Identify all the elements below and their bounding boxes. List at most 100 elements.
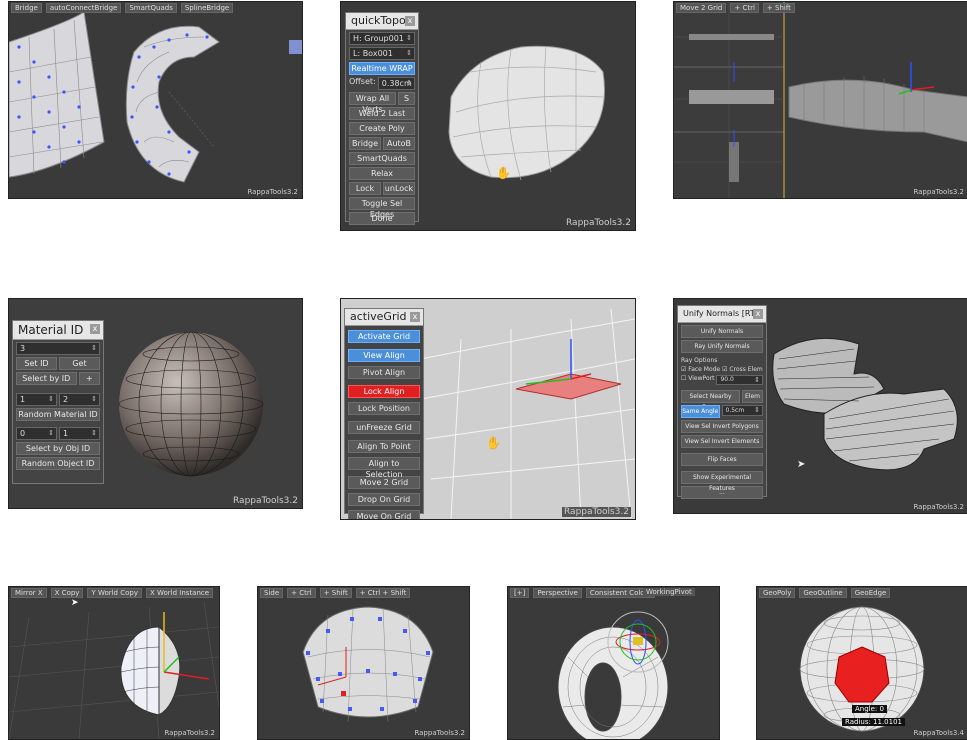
close-icon[interactable]: x	[90, 324, 100, 334]
low-object-field[interactable]: L: Box001	[349, 47, 415, 60]
activegrid-title: activeGrid x	[345, 309, 423, 326]
close-icon[interactable]: x	[405, 16, 415, 26]
lock-position-button[interactable]: Lock Position	[348, 402, 420, 415]
unlock-button[interactable]: unLock	[383, 182, 415, 195]
tile-quicktopo: ✋ quickTopox H: Group001 L: Box001 Realt…	[340, 1, 636, 231]
tab-x-copy[interactable]: X Copy	[50, 588, 84, 598]
ray-options-row: ☑ Face Mode ☑ Cross Elem	[681, 366, 763, 373]
geopoly-viewport	[799, 606, 925, 732]
viewport-checkbox[interactable]: ☐ ViewPort	[681, 375, 714, 385]
align-to-point-button[interactable]: Align To Point	[348, 440, 420, 453]
drop-on-grid-button[interactable]: Drop On Grid	[348, 493, 420, 506]
move-2-grid-button[interactable]: Move 2 Grid	[348, 476, 420, 489]
tab-mirror-x[interactable]: Mirror X	[11, 588, 47, 598]
unify-normals-button[interactable]: Unify Normals	[681, 325, 763, 338]
align-to-selection-button[interactable]: Align to Selection	[348, 457, 420, 479]
tab-geooutline[interactable]: GeoOutline	[799, 588, 847, 598]
tab-perspective[interactable]: Perspective	[533, 588, 582, 598]
lock-button[interactable]: Lock	[349, 182, 381, 195]
view-align-button[interactable]: View Align	[348, 349, 420, 362]
svg-text:➤: ➤	[71, 598, 79, 608]
range-row: 1 2	[16, 393, 100, 406]
close-icon[interactable]: x	[410, 312, 420, 322]
material-id-input[interactable]: 3	[16, 342, 100, 355]
tab-side[interactable]: Side	[260, 588, 284, 598]
select-nearby-faces-button[interactable]: Select Nearby Faces	[681, 390, 740, 411]
tab-ctrl[interactable]: + Ctrl	[730, 3, 759, 13]
show-experimental-features-button[interactable]: Show Experimental Features	[681, 471, 763, 492]
tab-shift[interactable]: + Shift	[762, 3, 795, 13]
high-object-field[interactable]: H: Group001	[349, 32, 415, 45]
toggle-sel-edges-button[interactable]: Toggle Sel Edges	[349, 197, 415, 219]
tile-unify-normals: ➤ Unify Normals [RT3] x Unify Normals Ray…	[673, 298, 967, 514]
range-to-input[interactable]: 2	[59, 393, 100, 406]
tab-bridge[interactable]: Bridge	[11, 3, 42, 13]
unify-normals-panel: Unify Normals [RT3] x Unify Normals Ray U…	[677, 305, 767, 499]
set-id-button[interactable]: Set ID	[16, 357, 57, 370]
realtime-wrap-button[interactable]: Realtime WRAP	[349, 62, 415, 75]
add-button[interactable]: +	[78, 372, 100, 385]
bridge-toolbar: Bridge autoConnectBridge SmartQuads Spli…	[11, 3, 234, 13]
unfreeze-grid-button[interactable]: unFreeze Grid	[348, 421, 420, 434]
more-button[interactable]: ...	[681, 486, 763, 499]
tab-plus[interactable]: [+]	[510, 588, 530, 598]
tile-move2grid: Move 2 Grid + Ctrl + Shift RappaTools3.2	[673, 1, 967, 199]
tab-y-world-copy[interactable]: Y World Copy	[87, 588, 142, 598]
view-sel-invert-elements-button[interactable]: View Sel Invert Elements	[681, 435, 763, 448]
obj-to-input[interactable]: 1	[59, 427, 100, 440]
same-angle-button[interactable]: Same Angle	[681, 405, 720, 418]
tab-x-world-instance[interactable]: X World Instance	[145, 588, 214, 598]
random-material-id-button[interactable]: Random Material ID	[16, 408, 100, 421]
done-button[interactable]: Done	[349, 212, 415, 225]
tab-move-2-grid[interactable]: Move 2 Grid	[676, 3, 727, 13]
nearby-row: Select Nearby Faces Elem	[681, 390, 763, 411]
view-sel-invert-polygons-button[interactable]: View Sel Invert Polygons	[681, 420, 763, 433]
tab-autoconnectbridge[interactable]: autoConnectBridge	[45, 3, 122, 13]
workingpivot-viewport	[557, 611, 669, 739]
face-mode-checkbox[interactable]: ☑ Face Mode	[681, 366, 720, 373]
flip-faces-button[interactable]: Flip Faces	[681, 453, 763, 466]
offset-input[interactable]: 0.38cm	[377, 77, 415, 90]
angle-readout: Angle: 0	[852, 705, 887, 713]
relax-button[interactable]: Relax	[349, 167, 415, 180]
pivot-align-button[interactable]: Pivot Align	[348, 366, 420, 379]
bridge-viewport	[9, 11, 302, 183]
smartquads-button[interactable]: SmartQuads	[349, 152, 415, 165]
tab-smartquads[interactable]: SmartQuads	[125, 3, 177, 13]
move-on-grid-button[interactable]: Move On Grid	[348, 510, 420, 519]
activate-grid-button[interactable]: Activate Grid	[348, 330, 420, 343]
material-id-title: Material ID x	[13, 321, 103, 340]
workingpivot-label: WorkingPivot	[643, 588, 695, 596]
random-object-id-button[interactable]: Random Object ID	[16, 457, 100, 470]
move2grid-viewports	[674, 2, 967, 198]
create-poly-button[interactable]: Create Poly	[349, 122, 415, 135]
activegrid-panel: activeGrid x Activate Grid View Align Piv…	[344, 308, 424, 519]
elem-button[interactable]: Elem	[742, 390, 763, 403]
get-button[interactable]: Get	[59, 357, 100, 370]
range-from-input[interactable]: 1	[16, 393, 57, 406]
tab-ctrl[interactable]: + Ctrl	[287, 588, 316, 598]
lock-align-button[interactable]: Lock Align	[348, 385, 420, 398]
autob-button[interactable]: AutoB	[383, 137, 415, 150]
tab-ctrl-shift[interactable]: + Ctrl + Shift	[355, 588, 411, 598]
radius-readout: Radius: 11.0101	[842, 718, 906, 726]
wrap-s-button[interactable]: S	[398, 92, 415, 105]
wrap-all-verts-button[interactable]: Wrap All Verts	[349, 92, 396, 114]
bridge-row: Bridge AutoB	[349, 137, 415, 150]
tab-shift[interactable]: + Shift	[319, 588, 352, 598]
close-icon[interactable]: x	[753, 309, 763, 319]
obj-from-input[interactable]: 0	[16, 427, 57, 440]
select-by-obj-id-button[interactable]: Select by Obj ID	[16, 442, 100, 455]
tab-geoedge[interactable]: GeoEdge	[850, 588, 891, 598]
bridge-button[interactable]: Bridge	[349, 137, 381, 150]
cross-elem-checkbox[interactable]: ☑ Cross Elem	[722, 366, 763, 373]
select-by-id-button[interactable]: Select by ID	[16, 372, 77, 385]
ray-unify-normals-button[interactable]: Ray Unify Normals	[681, 340, 763, 353]
angle-input[interactable]: 0.5cm	[721, 405, 763, 416]
viewport-input[interactable]: 90.0	[716, 375, 763, 385]
tab-geopoly[interactable]: GeoPoly	[759, 588, 796, 598]
set-get-row: Set ID Get	[16, 357, 100, 370]
weld-2-last-button[interactable]: Weld 2 Last	[349, 107, 415, 120]
tab-splinebridge[interactable]: SplineBridge	[180, 3, 234, 13]
geopoly-toolbar: GeoPoly GeoOutline GeoEdge	[759, 588, 891, 598]
